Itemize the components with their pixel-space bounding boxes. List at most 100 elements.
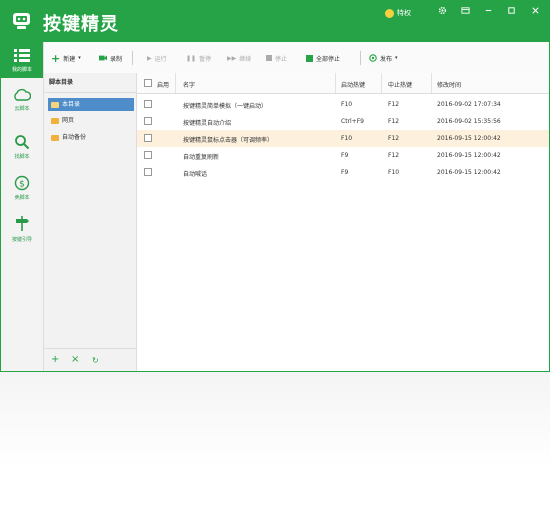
run-button[interactable]: ▶ 运行 [147,53,167,63]
header-stop-key[interactable]: 中止热键 [388,80,412,89]
tree-item-web[interactable]: 网页 [48,114,134,127]
column-divider [431,73,432,93]
table-row[interactable]: 自动喊话 F9 F10 2016-09-15 12:00:42 [137,164,549,181]
new-label: 新建 [63,55,76,63]
minimize-icon[interactable] [481,6,495,20]
sidebar-item-cloud-scripts[interactable]: 云脚本 [1,83,43,119]
row-checkbox[interactable] [144,100,152,108]
record-button[interactable]: 录制 [99,53,122,63]
list-icon [14,49,30,62]
start-hotkey: F10 [341,135,353,142]
modified-time: 2016-09-15 12:00:42 [437,169,501,176]
table-row[interactable]: 按键精灵自动介绍 Ctrl+F9 F12 2016-09-02 15:35:56 [137,113,549,130]
publish-button[interactable]: 发布 ▾ [369,53,398,63]
toolbar-divider [360,51,361,65]
run-label: 运行 [154,55,167,63]
cloud-icon [14,88,31,101]
header-start-key[interactable]: 启动热键 [341,80,365,89]
start-hotkey: F9 [341,169,349,176]
sidebar-item-label: 按键引导 [11,237,32,243]
start-hotkey: Ctrl+F9 [341,118,364,125]
folder-icon [51,134,59,141]
sidebar-item-label: 我的脚本 [11,67,32,73]
folder-icon [51,117,59,124]
stop-all-label: 全部停止 [316,55,341,63]
toolbar-divider [132,51,133,65]
script-name: 自动重复刷新 [183,154,220,161]
tree-item-label: 网页 [62,117,75,124]
stop-hotkey: F12 [388,101,400,108]
script-name: 按键精灵简单模拟（一键启动） [183,103,268,110]
plus-icon: + [51,51,61,65]
sidebar-item-my-scripts[interactable]: 我的脚本 [1,42,43,78]
maximize-icon[interactable] [504,6,518,20]
table-row[interactable]: 按键精灵简单模拟（一键启动） F10 F12 2016-09-02 17:07:… [137,96,549,113]
header-enabled: 启用 [157,82,170,89]
vip-button[interactable]: 特权 [385,8,411,18]
chevron-down-icon: ▾ [395,55,398,61]
pause-button[interactable]: ❚❚ 暂停 [186,53,211,63]
stop-icon [266,55,272,61]
refresh-button[interactable]: ↻ [92,356,99,365]
toolbar: + 新建 ▾ 录制 ▶ 运行 ❚❚ 暂停 ▶▶ 继续 停止 全部停止 发布 ▾ [44,42,549,74]
row-checkbox[interactable] [144,117,152,125]
modified-time: 2016-09-15 12:00:42 [437,152,501,159]
sidebar-item-guide[interactable]: 按键引导 [1,212,43,248]
tree-item-backup[interactable]: 自动备份 [48,131,134,144]
stop-all-button[interactable]: 全部停止 [306,53,340,63]
script-folder-tree: 脚本目录 本目录 网页 自动备份 + × ↻ [44,73,137,371]
skin-icon[interactable] [458,6,472,20]
header-name[interactable]: 名字 [183,80,195,89]
stop-label: 停止 [275,55,288,63]
tree-item-label: 本目录 [62,101,81,108]
record-label: 录制 [110,55,123,63]
sidebar-item-label: 卖脚本 [14,195,30,201]
start-hotkey: F10 [341,101,353,108]
delete-folder-button[interactable]: × [71,354,79,365]
app-title: 按键精灵 [43,14,119,35]
globe-icon [369,54,377,62]
signpost-icon [16,216,29,231]
add-folder-button[interactable]: + [51,354,59,365]
table-row[interactable]: 自动重复刷新 F9 F12 2016-09-15 12:00:42 [137,147,549,164]
fast-forward-icon: ▶▶ [227,54,237,62]
column-divider [175,73,176,93]
column-divider [335,73,336,93]
stop-hotkey: F12 [388,152,400,159]
close-icon[interactable] [528,6,542,20]
resume-button[interactable]: ▶▶ 继续 [227,53,251,63]
sidebar-item-find-scripts[interactable]: 找脚本 [1,131,43,167]
row-checkbox[interactable] [144,168,152,176]
script-name: 按键精灵自动介绍 [183,120,232,127]
modified-time: 2016-09-15 12:00:42 [437,135,501,142]
play-icon: ▶ [147,54,152,62]
table-header: 启用 名字 启动热键 中止热键 修改时间 [137,73,549,94]
row-checkbox[interactable] [144,134,152,142]
header-modified[interactable]: 修改时间 [437,80,461,89]
search-icon [15,135,30,150]
main-window: 按键精灵 特权 我的脚本 云脚本 找脚本 $ 卖脚本 按键引导 + 新建 ▾ 录… [0,0,550,372]
camera-icon [99,55,107,61]
tree-actions: + × ↻ [44,348,136,371]
pause-label: 暂停 [199,55,212,63]
folder-icon [51,101,59,108]
coin-icon [385,8,394,18]
sidebar-item-label: 云脚本 [14,106,30,112]
row-checkbox[interactable] [144,151,152,159]
tree-header: 脚本目录 [44,73,136,93]
script-table: 启用 名字 启动热键 中止热键 修改时间 按键精灵简单模拟（一键启动） F10 … [137,73,549,371]
chevron-down-icon: ▾ [78,55,81,61]
sidebar-item-sell-scripts[interactable]: $ 卖脚本 [1,172,43,208]
robot-logo-icon [13,13,30,29]
sidebar: 我的脚本 云脚本 找脚本 $ 卖脚本 按键引导 [1,42,44,371]
start-hotkey: F9 [341,152,349,159]
modified-time: 2016-09-02 15:35:56 [437,118,501,125]
tree-item-local[interactable]: 本目录 [48,98,134,111]
gear-icon[interactable] [435,6,449,20]
select-all-checkbox[interactable] [144,79,152,87]
stop-button[interactable]: 停止 [266,53,287,63]
stop-all-icon [306,54,313,62]
new-button[interactable]: + 新建 ▾ [51,51,81,65]
title-bar[interactable]: 按键精灵 特权 [1,1,549,42]
table-row[interactable]: 按键精灵鼠标点击器（可调频率） F10 F12 2016-09-15 12:00… [137,130,549,147]
